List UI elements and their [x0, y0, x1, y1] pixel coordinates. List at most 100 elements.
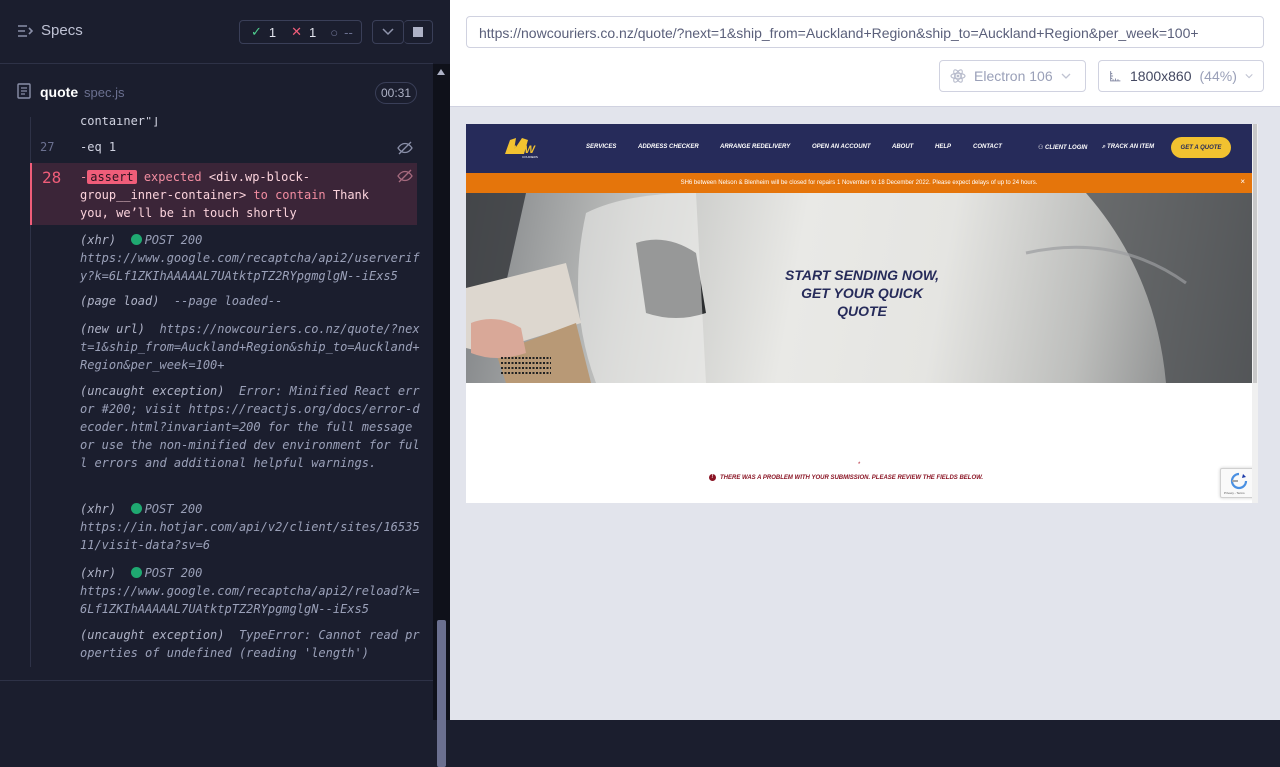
- specs-label: Specs: [41, 22, 83, 39]
- assertion-message: - assert expected <div.wp-block-group__in…: [80, 168, 400, 222]
- reporter-header: Specs ✓ 1 ✕ 1 ○ --: [0, 0, 433, 64]
- stop-button[interactable]: [404, 20, 433, 44]
- close-icon[interactable]: ×: [1240, 177, 1245, 186]
- log-entry[interactable]: (xhr) POST 200 https://www.google.com/re…: [80, 564, 420, 618]
- eye-slash-icon: [397, 141, 413, 155]
- recaptcha-links[interactable]: Privacy - Terms: [1224, 491, 1245, 495]
- spec-duration: 00:31: [375, 82, 417, 104]
- command-row[interactable]: container"]: [30, 117, 417, 128]
- track-item-link[interactable]: ⌕ TRACK AN ITEM: [1102, 144, 1154, 151]
- client-login-label: CLIENT LOGIN: [1045, 145, 1088, 151]
- spec-extension: spec.js: [84, 85, 125, 100]
- url-bar[interactable]: https://nowcouriers.co.nz/quote/?next=1&…: [466, 16, 1264, 48]
- failed-value: 1: [309, 24, 317, 40]
- ruler-icon: [1110, 71, 1121, 82]
- pending-value: --: [344, 24, 353, 40]
- logo-subtext: COURIERS: [522, 155, 538, 159]
- command-log-scrollbar[interactable]: [433, 64, 450, 767]
- nav-help[interactable]: HELP: [935, 144, 951, 150]
- service-alert-banner: SH6 between Nelson & Blenheim will be cl…: [466, 173, 1252, 193]
- app-under-test: NOW COURIERS SERVICES ADDRESS CHECKER AR…: [466, 124, 1258, 503]
- log-kind: (xhr): [80, 233, 117, 247]
- success-status-dot: [130, 567, 142, 578]
- log-kind: (xhr): [80, 502, 117, 516]
- log-text: https://in.hotjar.com/api/v2/client/site…: [80, 520, 420, 552]
- nav-address-checker[interactable]: ADDRESS CHECKER: [638, 144, 699, 150]
- nav-services[interactable]: SERVICES: [586, 144, 616, 150]
- now-couriers-logo[interactable]: NOW COURIERS: [502, 134, 544, 162]
- log-kind: (uncaught exception): [80, 384, 225, 398]
- get-a-quote-button[interactable]: GET A QUOTE: [1171, 137, 1231, 158]
- electron-icon: [950, 69, 966, 83]
- required-marker: *: [858, 462, 861, 468]
- failed-assertion-row[interactable]: 28 - assert expected <div.wp-block-group_…: [30, 163, 417, 225]
- log-text: https://www.google.com/recaptcha/api2/re…: [80, 584, 420, 616]
- expand-collapse-button[interactable]: [372, 20, 404, 44]
- recaptcha-badge[interactable]: Privacy - Terms: [1220, 468, 1256, 498]
- viewport-zoom: (44%): [1199, 68, 1237, 84]
- failed-count: ✕ 1: [276, 24, 316, 40]
- nav-arrange-redelivery[interactable]: ARRANGE REDELIVERY: [720, 144, 790, 150]
- form-error-text: THERE WAS A PROBLEM WITH YOUR SUBMISSION…: [720, 474, 984, 481]
- specs-toggle[interactable]: Specs: [17, 22, 83, 39]
- nav-about[interactable]: ABOUT: [892, 144, 913, 150]
- scroll-up-arrow-icon[interactable]: [437, 69, 445, 75]
- reporter-footer-divider: [0, 680, 433, 681]
- pending-icon: ○: [330, 24, 339, 40]
- scrollbar-thumb[interactable]: [437, 620, 446, 767]
- browser-selector[interactable]: Electron 106: [939, 60, 1086, 92]
- log-status: POST 200: [144, 233, 203, 247]
- test-stats: ✓ 1 ✕ 1 ○ --: [239, 20, 362, 44]
- spec-header: quote spec.js 00:31: [0, 65, 433, 117]
- browser-panel: https://nowcouriers.co.nz/quote/?next=1&…: [450, 0, 1280, 720]
- command-row[interactable]: 27 -eq 1: [30, 135, 417, 159]
- viewport-info[interactable]: 1800x860 (44%): [1098, 60, 1264, 92]
- alert-text: SH6 between Nelson & Blenheim will be cl…: [680, 180, 1038, 186]
- recaptcha-icon: [1230, 472, 1248, 490]
- stop-icon: [413, 27, 423, 37]
- scroll-down-arrow-icon[interactable]: [437, 708, 445, 714]
- chevron-down-icon: [1061, 73, 1071, 79]
- nav-contact[interactable]: CONTACT: [973, 144, 1002, 150]
- command-number: 28: [42, 168, 62, 187]
- aut-scrollbar[interactable]: [1252, 124, 1258, 503]
- spec-title: quote spec.js: [40, 84, 124, 100]
- command-name: container"]: [80, 117, 160, 128]
- log-entry[interactable]: (page load) --page loaded--: [80, 292, 420, 310]
- browser-name: Electron 106: [974, 68, 1053, 84]
- log-text: --page loaded--: [173, 294, 283, 308]
- success-status-dot: [130, 503, 142, 514]
- form-error-message: ! THERE WAS A PROBLEM WITH YOUR SUBMISSIO…: [709, 474, 983, 481]
- aut-scrollbar-thumb[interactable]: [1253, 124, 1257, 383]
- hero-heading-line: START SENDING NOW,: [785, 267, 939, 283]
- track-item-label: TRACK AN ITEM: [1107, 144, 1155, 150]
- error-icon: !: [709, 474, 716, 481]
- log-entry[interactable]: (uncaught exception) TypeError: Cannot r…: [80, 626, 420, 662]
- chevron-down-icon: [1245, 74, 1253, 79]
- assertion-text: expected: [136, 170, 209, 184]
- log-entry[interactable]: (new url) https://nowcouriers.co.nz/quot…: [80, 320, 420, 374]
- pending-count: ○ --: [316, 25, 353, 40]
- eye-slash-icon: [397, 169, 413, 183]
- file-icon: [17, 83, 31, 99]
- chevron-down-icon: [382, 28, 394, 36]
- log-entry[interactable]: (xhr) POST 200 https://www.google.com/re…: [80, 231, 420, 285]
- viewport-size: 1800x860: [1130, 68, 1192, 84]
- log-entry[interactable]: (xhr) POST 200 https://in.hotjar.com/api…: [80, 500, 420, 554]
- log-kind: (new url): [80, 322, 146, 336]
- specs-list-icon: [18, 24, 33, 37]
- site-navbar: NOW COURIERS SERVICES ADDRESS CHECKER AR…: [466, 124, 1252, 173]
- nav-open-account[interactable]: OPEN AN ACCOUNT: [812, 144, 871, 150]
- browser-toolbar: https://nowcouriers.co.nz/quote/?next=1&…: [450, 0, 1280, 107]
- log-entry[interactable]: (uncaught exception) Error: Minified Rea…: [80, 382, 420, 472]
- passed-count: ✓ 1: [240, 24, 276, 40]
- hero-heading: START SENDING NOW, GET YOUR QUICK QUOTE: [777, 266, 947, 320]
- client-login-link[interactable]: ⚇ CLIENT LOGIN: [1038, 144, 1087, 151]
- command-number: 27: [40, 140, 55, 154]
- passed-value: 1: [268, 24, 277, 40]
- log-status: POST 200: [144, 566, 203, 580]
- assertion-text: to contain: [246, 188, 333, 202]
- log-text: https://www.google.com/recaptcha/api2/us…: [80, 251, 420, 283]
- assert-badge: assert: [87, 170, 137, 184]
- log-kind: (xhr): [80, 566, 117, 580]
